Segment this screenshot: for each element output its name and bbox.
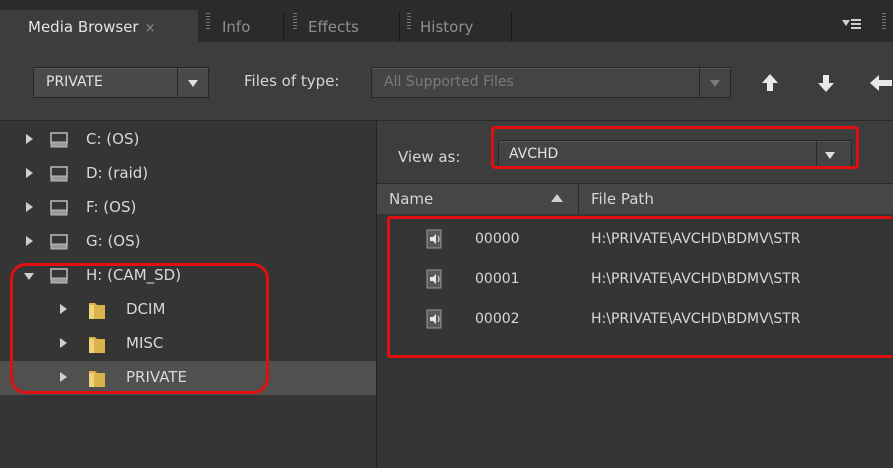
view-as-dropdown-button[interactable]: [816, 141, 843, 168]
drive-icon: [50, 234, 68, 250]
expand-arrow-icon[interactable]: [60, 338, 67, 348]
file-name: 00000: [475, 231, 520, 247]
panel-grip[interactable]: [293, 13, 297, 31]
tree-item-dcim[interactable]: DCIM: [0, 293, 376, 327]
view-as-dropdown[interactable]: AVCHD: [498, 140, 852, 169]
file-name: 00002: [475, 311, 520, 327]
files-of-type-label: Files of type:: [244, 72, 340, 90]
tab-label: History: [420, 18, 474, 36]
file-name: 00001: [475, 271, 520, 287]
files-of-type-dropdown[interactable]: All Supported Files: [371, 67, 731, 98]
tree-item-label: C: (OS): [86, 130, 140, 148]
column-header-name[interactable]: Name: [389, 190, 433, 208]
view-as-label: View as:: [398, 148, 461, 166]
chevron-down-icon: [188, 79, 198, 87]
column-divider[interactable]: [578, 184, 579, 214]
folder-icon: [89, 303, 105, 319]
menu-lines-icon: [851, 19, 861, 29]
panel-grip[interactable]: [206, 13, 210, 31]
tree-item-label: F: (OS): [86, 198, 137, 216]
up-arrow-icon: [762, 74, 778, 91]
drive-icon: [50, 200, 68, 216]
files-of-type-dropdown-button[interactable]: [699, 68, 730, 97]
tree-item-label: MISC: [126, 334, 164, 352]
file-row[interactable]: 00002 H:\PRIVATE\AVCHD\BDMV\STR: [377, 300, 893, 340]
tree-item-private[interactable]: PRIVATE: [0, 361, 376, 395]
tree-item-label: D: (raid): [86, 164, 149, 182]
tree-item-d[interactable]: D: (raid): [0, 157, 376, 191]
panel-menu-icon[interactable]: [842, 17, 864, 31]
chevron-down-icon: [825, 151, 835, 159]
sort-ascending-icon[interactable]: [551, 194, 563, 202]
drive-folder-tree[interactable]: C: (OS) D: (raid) F: (OS) G: (OS) H: (CA…: [0, 120, 377, 468]
panel-grip[interactable]: [882, 13, 886, 31]
location-dropdown-button[interactable]: [177, 68, 208, 97]
drive-icon: [50, 132, 68, 148]
up-arrow-button[interactable]: [756, 69, 784, 97]
column-header-file-path[interactable]: File Path: [591, 190, 654, 208]
back-arrow-icon: [870, 75, 892, 91]
tree-item-label: G: (OS): [86, 232, 141, 250]
file-row[interactable]: 00001 H:\PRIVATE\AVCHD\BDMV\STR: [377, 260, 893, 300]
expand-arrow-icon[interactable]: [26, 168, 33, 178]
file-path: H:\PRIVATE\AVCHD\BDMV\STR: [591, 271, 801, 287]
audio-clip-icon: [426, 269, 442, 289]
tree-item-label: DCIM: [126, 300, 166, 318]
files-of-type-value: All Supported Files: [384, 74, 514, 90]
audio-clip-icon: [426, 309, 442, 329]
drive-icon: [50, 268, 68, 284]
expand-arrow-icon[interactable]: [60, 304, 67, 314]
panel-tab-bar: Media Browser × Info Effects History: [0, 0, 893, 42]
location-dropdown[interactable]: PRIVATE: [33, 67, 209, 98]
media-browser-toolbar: PRIVATE Files of type: All Supported Fil…: [0, 42, 893, 120]
collapse-arrow-icon[interactable]: [24, 273, 34, 280]
tree-item-f[interactable]: F: (OS): [0, 191, 376, 225]
file-list-header: Name File Path: [377, 183, 893, 215]
tree-item-c[interactable]: C: (OS): [0, 123, 376, 157]
folder-icon: [89, 337, 105, 353]
location-value: PRIVATE: [46, 74, 103, 90]
tab-label: Effects: [308, 18, 359, 36]
file-path: H:\PRIVATE\AVCHD\BDMV\STR: [591, 231, 801, 247]
tree-item-label: H: (CAM_SD): [86, 266, 182, 284]
panel-grip[interactable]: [407, 13, 411, 31]
tab-info[interactable]: Info: [212, 12, 284, 42]
folder-icon: [89, 371, 105, 387]
chevron-down-icon: [842, 20, 850, 26]
expand-arrow-icon[interactable]: [26, 202, 33, 212]
drive-icon: [50, 166, 68, 182]
expand-arrow-icon[interactable]: [60, 372, 67, 382]
file-row[interactable]: 00000 H:\PRIVATE\AVCHD\BDMV\STR: [377, 220, 893, 260]
file-path: H:\PRIVATE\AVCHD\BDMV\STR: [591, 311, 801, 327]
tab-effects[interactable]: Effects: [300, 12, 400, 42]
view-as-value: AVCHD: [509, 146, 559, 162]
tab-label: Media Browser: [28, 18, 139, 36]
close-icon[interactable]: ×: [145, 21, 156, 36]
down-arrow-icon: [818, 75, 834, 92]
tree-item-misc[interactable]: MISC: [0, 327, 376, 361]
tab-history[interactable]: History: [412, 12, 512, 42]
tab-label: Info: [222, 18, 251, 36]
expand-arrow-icon[interactable]: [26, 236, 33, 246]
down-arrow-button[interactable]: [812, 69, 840, 97]
expand-arrow-icon[interactable]: [26, 134, 33, 144]
audio-clip-icon: [426, 229, 442, 249]
chevron-down-icon: [710, 79, 720, 87]
tree-item-h[interactable]: H: (CAM_SD): [0, 259, 376, 293]
back-arrow-button[interactable]: [866, 69, 893, 97]
tab-media-browser[interactable]: Media Browser ×: [0, 10, 198, 42]
file-list: 00000 H:\PRIVATE\AVCHD\BDMV\STR 00001 H:…: [377, 214, 893, 468]
tree-item-g[interactable]: G: (OS): [0, 225, 376, 259]
file-list-panel: View as: AVCHD Name File Path 00000 H:\P…: [377, 120, 893, 468]
tree-item-label: PRIVATE: [126, 368, 187, 386]
